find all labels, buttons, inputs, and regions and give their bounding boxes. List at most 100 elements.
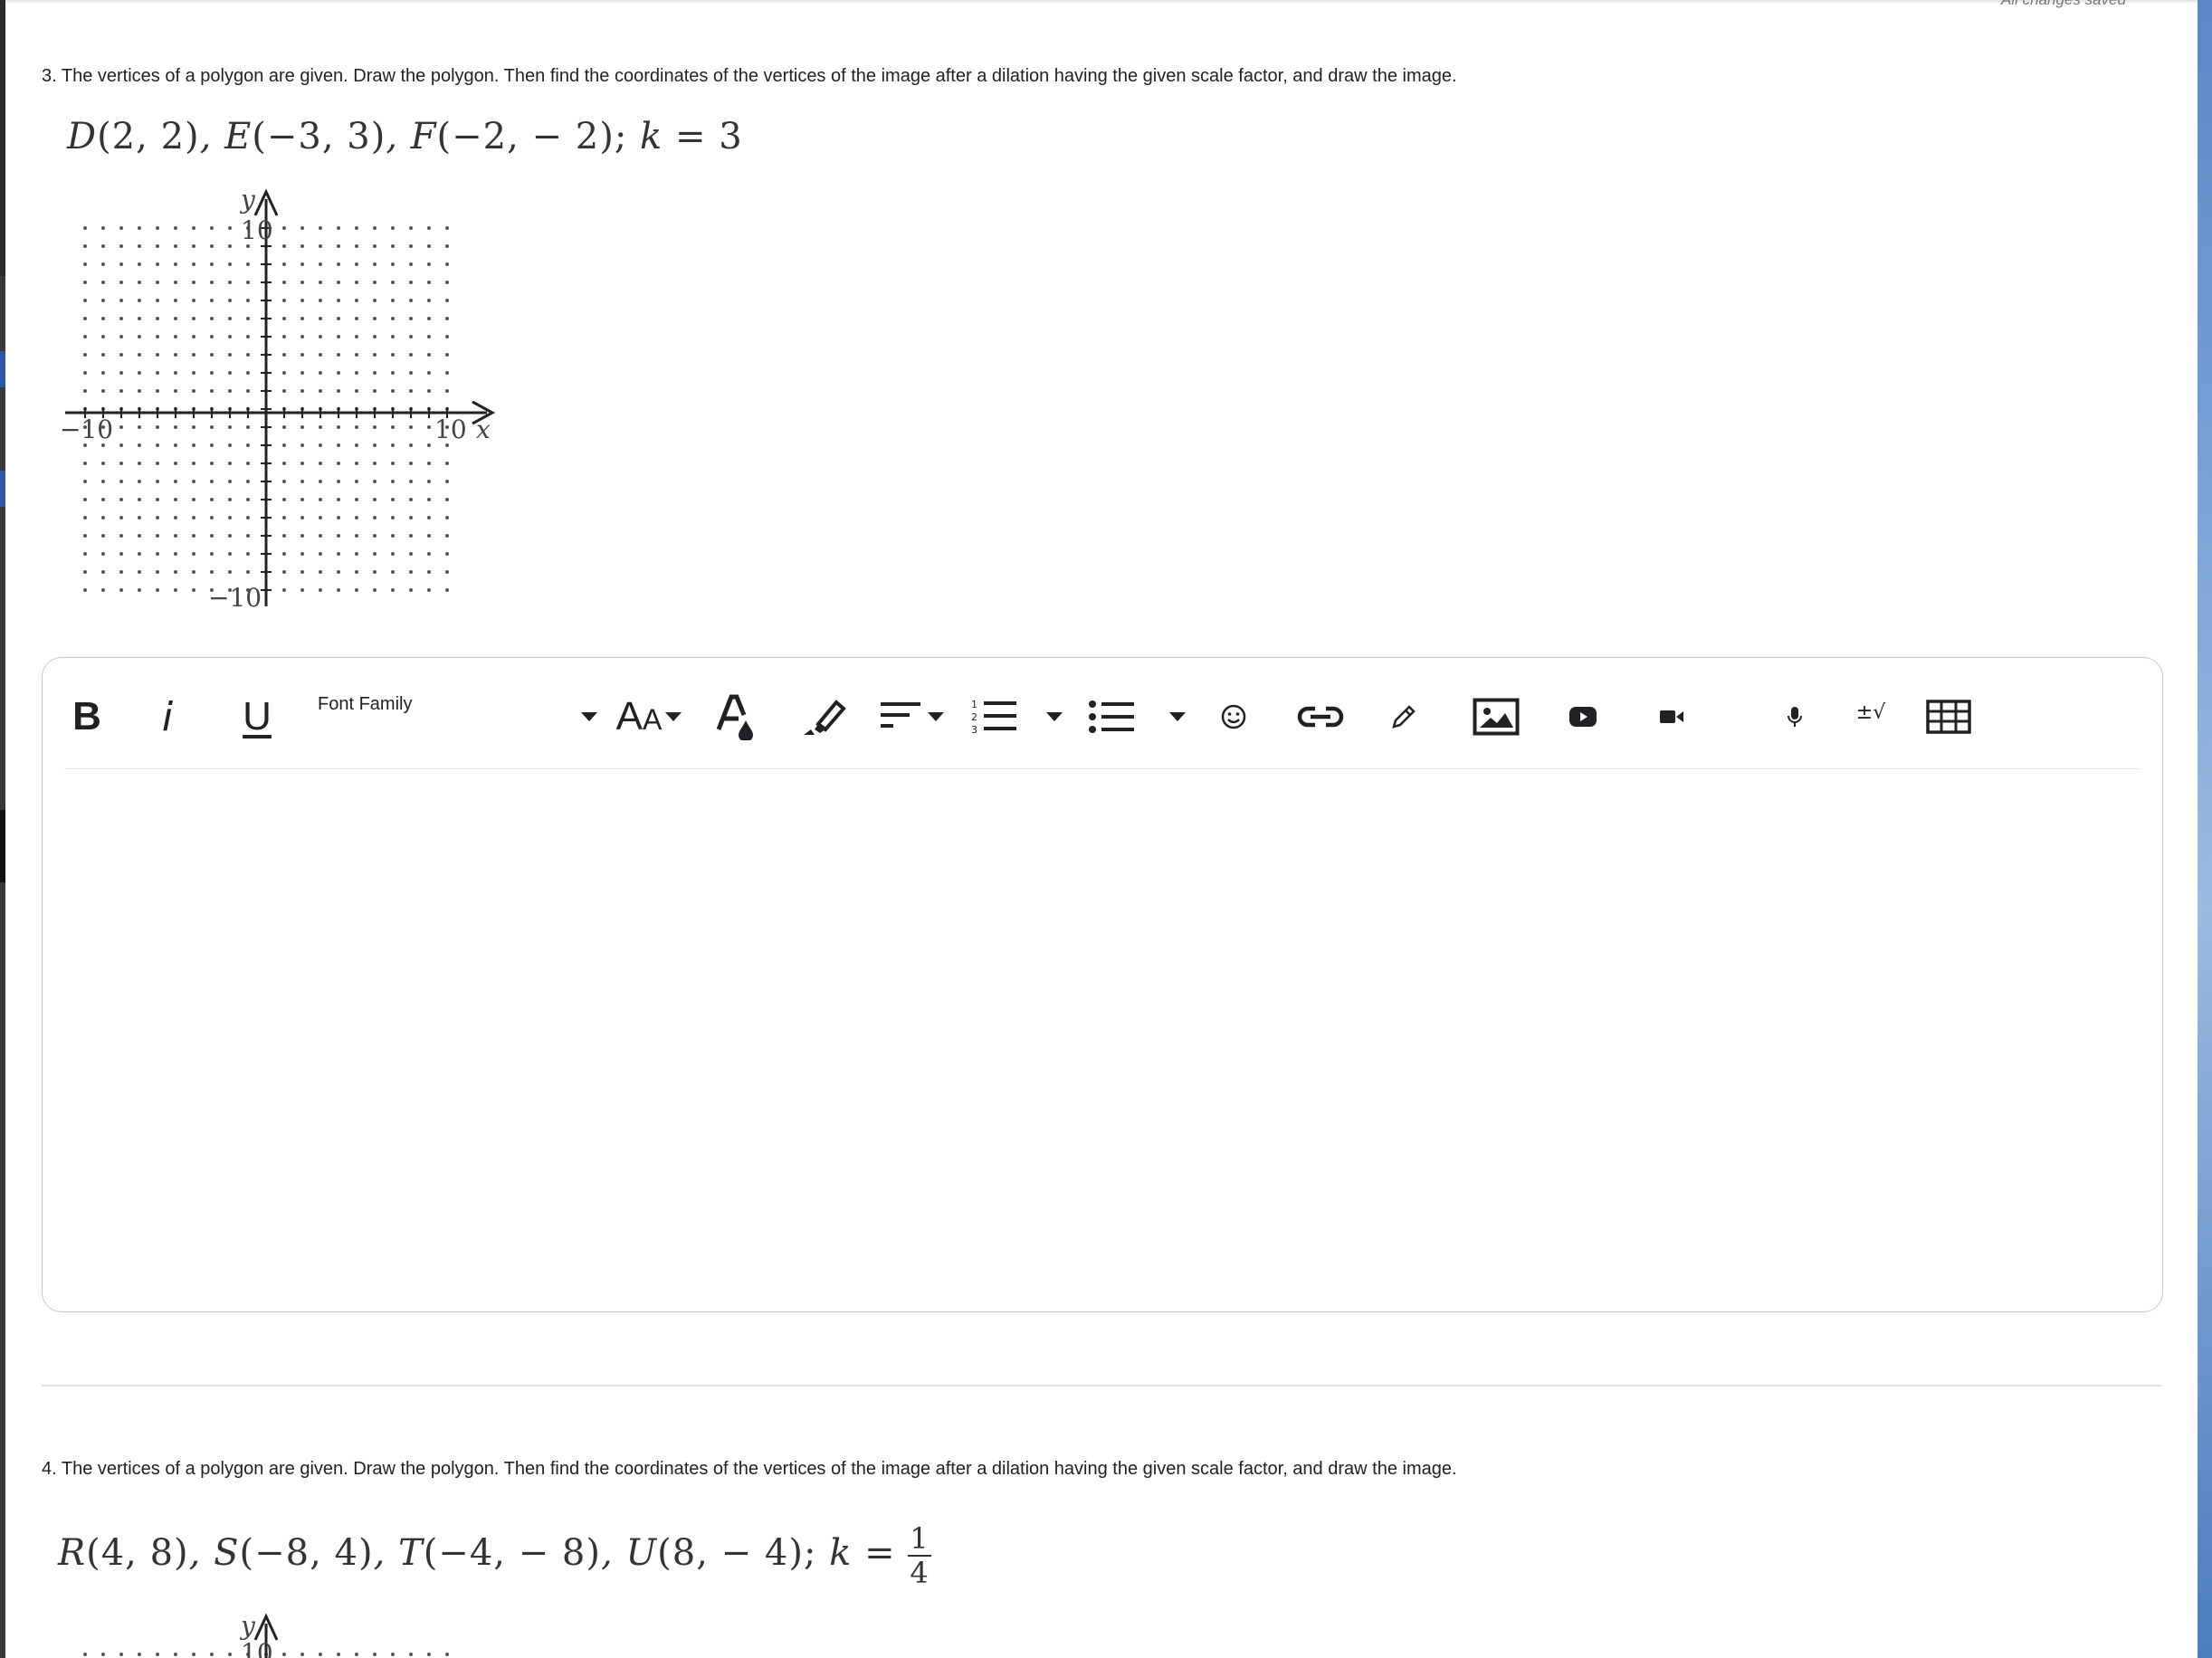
grid-dot bbox=[138, 317, 141, 320]
grid-dot bbox=[300, 1653, 304, 1656]
grid-dot bbox=[83, 335, 87, 338]
grid-dot bbox=[300, 353, 304, 357]
grid-dot bbox=[373, 534, 377, 538]
x-axis-label: x bbox=[476, 414, 491, 444]
numbered-list-button[interactable]: 1 2 3 bbox=[968, 690, 1022, 744]
grid-dot bbox=[138, 335, 141, 338]
align-button[interactable] bbox=[875, 690, 948, 744]
grid-dot bbox=[210, 534, 214, 538]
grid-dot bbox=[156, 226, 159, 230]
grid-dot bbox=[409, 317, 413, 320]
grid-dot bbox=[174, 516, 177, 519]
link-button[interactable] bbox=[1295, 690, 1346, 744]
grid-dot bbox=[282, 281, 286, 284]
grid-dot bbox=[319, 353, 322, 357]
grid-dot bbox=[228, 443, 232, 447]
grid-dot bbox=[228, 226, 232, 230]
grid-dot bbox=[210, 1653, 214, 1656]
font-size-button[interactable]: AA bbox=[613, 690, 685, 744]
video-button[interactable] bbox=[1652, 690, 1692, 744]
grid-dot bbox=[138, 226, 141, 230]
grid-dot bbox=[445, 226, 449, 230]
table-button[interactable] bbox=[1923, 690, 1974, 744]
insert-image-button[interactable] bbox=[1471, 690, 1521, 744]
numbered-list-icon: 1 2 3 bbox=[971, 699, 1016, 735]
grid-dot bbox=[210, 443, 214, 447]
bullet-list-dropdown[interactable] bbox=[1167, 690, 1188, 744]
grid-dot bbox=[300, 371, 304, 375]
grid-dot bbox=[409, 262, 413, 266]
grid-dot bbox=[300, 335, 304, 338]
grid-dot bbox=[210, 262, 214, 266]
grid-dot bbox=[300, 425, 304, 429]
text-color-button[interactable] bbox=[712, 690, 758, 744]
vertex-coords: (2, 2) bbox=[97, 116, 200, 157]
microphone-button[interactable] bbox=[1778, 690, 1811, 744]
grid-dot bbox=[355, 353, 358, 357]
grid-dot bbox=[300, 317, 304, 320]
equation-icon: ±√ bbox=[1855, 700, 1886, 724]
grid-dot bbox=[228, 317, 232, 320]
grid-dot bbox=[174, 244, 177, 248]
numbered-list-dropdown[interactable] bbox=[1044, 690, 1065, 744]
bold-icon: B bbox=[72, 694, 101, 738]
highlight-button[interactable] bbox=[797, 690, 852, 744]
font-family-select[interactable]: Font Family bbox=[318, 694, 412, 715]
grid-dot bbox=[174, 498, 177, 501]
chevron-down-icon bbox=[665, 712, 682, 721]
grid-dot bbox=[445, 281, 449, 284]
grid-dot bbox=[319, 425, 322, 429]
grid-dot bbox=[319, 244, 322, 248]
grid-dot bbox=[192, 353, 195, 357]
grid-dot bbox=[192, 552, 195, 556]
grid-dot bbox=[246, 534, 250, 538]
grid-dot bbox=[192, 1653, 195, 1656]
grid-dot bbox=[174, 1653, 177, 1656]
grid-dot bbox=[282, 516, 286, 519]
grid-dot bbox=[156, 534, 159, 538]
font-family-dropdown[interactable] bbox=[578, 690, 600, 744]
grid-dot bbox=[319, 299, 322, 302]
grid-dot bbox=[355, 262, 358, 266]
grid-dot bbox=[138, 244, 141, 248]
grid-dot bbox=[174, 226, 177, 230]
equation-button[interactable]: ±√ bbox=[1851, 690, 1891, 744]
grid-dot bbox=[101, 552, 105, 556]
vertex-coords: (−2, − 2) bbox=[436, 116, 615, 157]
grid-dot bbox=[319, 498, 322, 501]
grid-dot bbox=[319, 480, 322, 483]
grid-dot bbox=[228, 281, 232, 284]
grid-dot bbox=[101, 353, 105, 357]
answer-editor[interactable]: B i U Font Family AA 1 2 3 ±√ bbox=[42, 657, 2163, 1312]
grid-dot bbox=[228, 498, 232, 501]
grid-dot bbox=[355, 480, 358, 483]
grid-dot bbox=[119, 281, 123, 284]
chevron-down-icon bbox=[928, 712, 944, 721]
grid-dot bbox=[192, 516, 195, 519]
grid-dot bbox=[119, 516, 123, 519]
grid-dot bbox=[101, 262, 105, 266]
grid-dot bbox=[319, 281, 322, 284]
vertex-label: T bbox=[398, 1532, 424, 1574]
grid-dot bbox=[282, 335, 286, 338]
grid-dot bbox=[192, 226, 195, 230]
draw-button[interactable] bbox=[1384, 690, 1424, 744]
editor-content-area[interactable] bbox=[64, 776, 2140, 1293]
grid-dot bbox=[427, 570, 431, 574]
grid-dot bbox=[119, 552, 123, 556]
grid-dot bbox=[427, 516, 431, 519]
grid-dot bbox=[210, 462, 214, 465]
bold-button[interactable]: B bbox=[64, 690, 110, 744]
grid-dot bbox=[427, 353, 431, 357]
underline-button[interactable]: U bbox=[234, 690, 280, 744]
grid-dot bbox=[101, 371, 105, 375]
grid-dot bbox=[391, 371, 395, 375]
grid-dot bbox=[119, 353, 123, 357]
grid-dot bbox=[210, 226, 214, 230]
emoji-button[interactable] bbox=[1216, 690, 1252, 744]
grid-dot bbox=[246, 425, 250, 429]
bullet-list-button[interactable] bbox=[1087, 690, 1138, 744]
italic-button[interactable]: i bbox=[149, 690, 186, 744]
youtube-button[interactable] bbox=[1563, 690, 1603, 744]
grid-dot bbox=[300, 498, 304, 501]
